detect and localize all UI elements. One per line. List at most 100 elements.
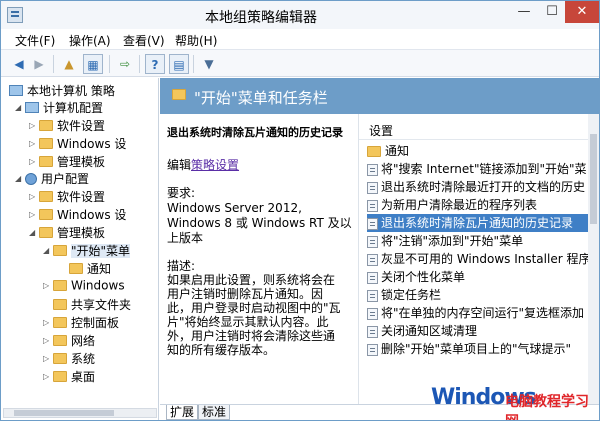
folder-icon — [39, 209, 53, 220]
settings-vertical-scrollbar[interactable] — [588, 114, 599, 404]
folder-icon — [53, 280, 67, 291]
policy-icon — [9, 85, 23, 96]
maximize-button[interactable]: ☐ — [537, 1, 567, 23]
tab-standard[interactable]: 标准 — [198, 405, 231, 420]
tree-node-start-menu[interactable]: ◢ "开始"菜单 — [43, 242, 131, 259]
show-hide-tree-icon[interactable]: ▦ — [83, 54, 103, 74]
tree-node-computer-config[interactable]: ◢ 计算机配置 — [15, 99, 103, 116]
tree-node-shared-folders[interactable]: 共享文件夹 — [43, 296, 131, 313]
tree-horizontal-scrollbar[interactable] — [3, 408, 157, 418]
description-block: 描述: 如果启用此设置，则系统将会在用户注销时删除瓦片通知。因此，用户登录时启动… — [167, 259, 345, 357]
requirements-line: Windows 8 或 Windows RT 及以 — [167, 216, 352, 230]
filter-icon[interactable]: ▼ — [199, 54, 219, 74]
menu-action[interactable]: 操作(A) — [69, 32, 111, 49]
export-list-icon[interactable]: ⇨ — [115, 54, 135, 74]
logo-sub-text: 电脑教程学习网 — [505, 394, 589, 420]
help-icon[interactable]: ? — [145, 54, 165, 74]
title-bar: 本地组策略编辑器 — ☐ ✕ — [1, 1, 599, 29]
scrollbar-thumb[interactable] — [590, 134, 597, 224]
site-watermark-logo: Windows 电脑教程学习网 — [431, 385, 599, 420]
menu-bar: 文件(F) 操作(A) 查看(V) 帮助(H) — [1, 29, 599, 49]
list-item[interactable]: 关闭通知区域清理 — [367, 322, 597, 340]
menu-file[interactable]: 文件(F) — [15, 32, 55, 49]
tree-node-notifications[interactable]: 通知 — [59, 260, 111, 277]
list-item[interactable]: 删除"开始"菜单项目上的"气球提示" — [367, 340, 597, 358]
tree-node-user-windows-settings[interactable]: ▷ Windows 设 — [29, 206, 126, 223]
forward-icon[interactable]: ▶ — [29, 54, 49, 74]
list-item[interactable]: 锁定任务栏 — [367, 286, 597, 304]
list-item[interactable]: 灰显不可用的 Windows Installer 程序 — [367, 250, 597, 268]
window-title: 本地组策略编辑器 — [205, 10, 317, 26]
policy-icon — [367, 343, 378, 356]
close-button[interactable]: ✕ — [565, 1, 599, 23]
folder-icon — [53, 353, 67, 364]
folder-icon — [53, 335, 67, 346]
requirements-label: 要求: — [167, 186, 196, 200]
policy-icon — [367, 253, 378, 266]
tree-node-software-settings[interactable]: ▷ 软件设置 — [29, 117, 105, 134]
toolbar: ◀ ▶ ▲ ▦ ⇨ ? ▤ ▼ — [1, 49, 599, 77]
folder-up-icon[interactable]: ▲ — [59, 54, 79, 74]
folder-icon — [172, 89, 186, 100]
settings-column-header[interactable]: 设置 — [359, 122, 589, 140]
back-icon[interactable]: ◀ — [9, 54, 29, 74]
folder-icon — [53, 317, 67, 328]
computer-icon — [25, 102, 39, 113]
policy-icon — [367, 325, 378, 338]
menu-help[interactable]: 帮助(H) — [175, 32, 217, 49]
folder-icon — [53, 371, 67, 382]
folder-icon — [53, 245, 67, 256]
tree-node-user-software-settings[interactable]: ▷ 软件设置 — [29, 188, 105, 205]
minimize-button[interactable]: — — [509, 1, 539, 23]
app-window: 本地组策略编辑器 — ☐ ✕ 文件(F) 操作(A) 查看(V) 帮助(H) ◀… — [0, 0, 600, 421]
policy-icon — [367, 235, 378, 248]
policy-icon — [367, 163, 378, 176]
tree-node-user-admin-templates[interactable]: ◢ 管理模板 — [29, 224, 105, 241]
tree-node-user-config[interactable]: ◢ 用户配置 — [15, 170, 89, 187]
tree-node-control-panel[interactable]: ▷ 控制面板 — [43, 314, 119, 331]
list-item[interactable]: 退出系统时清除最近打开的文档的历史 — [367, 178, 597, 196]
tree-node-admin-templates[interactable]: ▷ 管理模板 — [29, 153, 105, 170]
details-header: "开始"菜单和任务栏 — [160, 78, 599, 114]
policy-icon — [367, 307, 378, 320]
properties-icon[interactable]: ▤ — [169, 54, 189, 74]
folder-icon — [39, 191, 53, 202]
list-item[interactable]: 将"搜索 Internet"链接添加到"开始"菜 — [367, 160, 597, 178]
requirements-block: 要求: Windows Server 2012, Windows 8 或 Win… — [167, 186, 352, 246]
folder-icon — [39, 156, 53, 167]
menu-view[interactable]: 查看(V) — [123, 32, 165, 49]
tree-node-windows-settings[interactable]: ▷ Windows 设 — [29, 135, 126, 152]
requirements-line: 上版本 — [167, 231, 204, 245]
navigation-tree: 本地计算机 策略 ◢ 计算机配置 ▷ 软件设置 ▷ Windows 设 ▷ 管理模板 ◢… — [1, 78, 159, 420]
user-icon — [25, 172, 37, 185]
list-item-selected[interactable]: 退出系统时清除瓦片通知的历史记录 — [367, 214, 597, 232]
list-item[interactable]: 通知 — [367, 142, 597, 160]
tree-node-network[interactable]: ▷ 网络 — [43, 332, 95, 349]
description-label: 描述: — [167, 259, 196, 273]
edit-policy-link[interactable]: 策略设置 — [191, 158, 239, 172]
settings-list: 设置 通知 将"搜索 Internet"链接添加到"开始"菜 退出系统时清除最近… — [358, 114, 599, 404]
policy-icon — [367, 181, 378, 194]
list-item[interactable]: 将"在单独的内存空间运行"复选框添加 — [367, 304, 597, 322]
policy-icon — [367, 199, 378, 212]
list-item[interactable]: 为新用户清除最近的程序列表 — [367, 196, 597, 214]
folder-icon — [39, 227, 53, 238]
tab-extended[interactable]: 扩展 — [166, 405, 199, 420]
list-item[interactable]: 关闭个性化菜单 — [367, 268, 597, 286]
description-panel: 退出系统时清除瓦片通知的历史记录 编辑策略设置 要求: Windows Serv… — [160, 114, 352, 404]
tree-node-local-policy[interactable]: 本地计算机 策略 — [7, 82, 115, 99]
folder-icon — [367, 146, 381, 157]
tree-node-windows-components[interactable]: ▷ Windows — [43, 278, 125, 295]
details-header-title: "开始"菜单和任务栏 — [194, 89, 328, 107]
edit-policy-line: 编辑策略设置 — [167, 158, 240, 172]
policy-icon — [367, 271, 378, 284]
tree-node-desktop[interactable]: ▷ 桌面 — [43, 368, 95, 385]
description-text: 如果启用此设置，则系统将会在用户注销时删除瓦片通知。因此，用户登录时启动视图中的… — [167, 273, 341, 357]
folder-icon — [39, 138, 53, 149]
description-title: 退出系统时清除瓦片通知的历史记录 — [167, 126, 343, 139]
details-pane: "开始"菜单和任务栏 退出系统时清除瓦片通知的历史记录 编辑策略设置 要求: W… — [160, 78, 599, 420]
folder-icon — [39, 120, 53, 131]
scrollbar-thumb[interactable] — [14, 410, 114, 416]
list-item[interactable]: 将"注销"添加到"开始"菜单 — [367, 232, 597, 250]
tree-node-system[interactable]: ▷ 系统 — [43, 350, 95, 367]
